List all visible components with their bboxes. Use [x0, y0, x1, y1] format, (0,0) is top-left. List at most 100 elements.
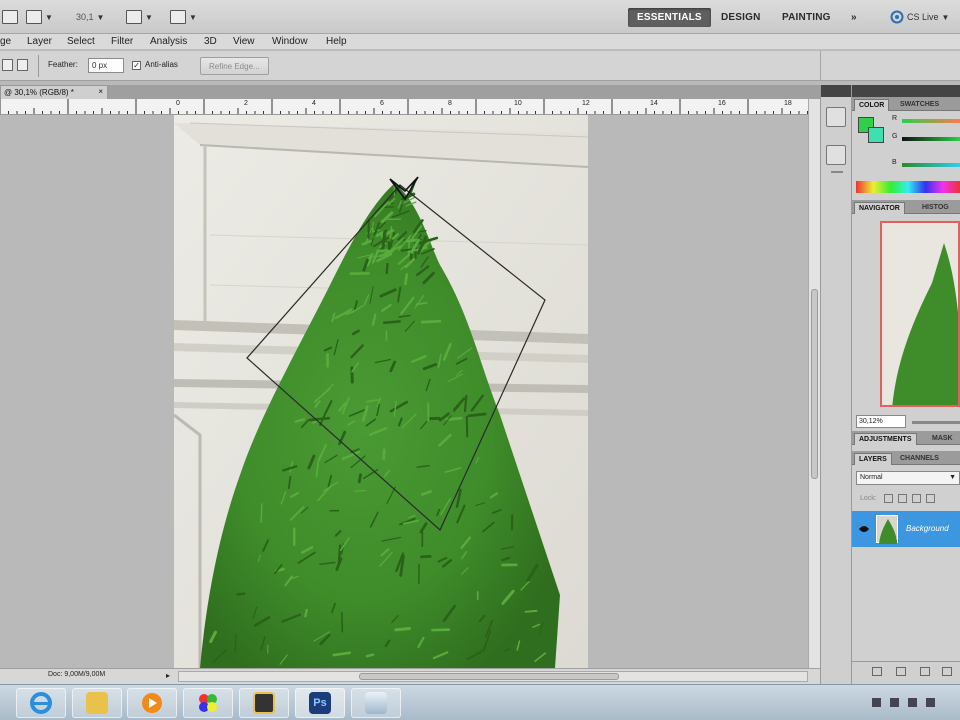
tab-swatches[interactable]: SWATCHES	[896, 99, 943, 111]
status-bar: Doc: 9,00M/9,00M ▸	[0, 668, 820, 684]
divider	[831, 171, 843, 173]
internet-explorer-icon	[30, 692, 52, 714]
vertical-scroll-thumb[interactable]	[811, 289, 818, 479]
more-workspaces-button[interactable]: »	[842, 8, 866, 27]
tab-channels[interactable]: CHANNELS	[896, 453, 943, 465]
subtract-selection-icon[interactable]	[2, 59, 13, 71]
vertical-scrollbar[interactable]	[808, 99, 820, 668]
ruler-label: 8	[448, 100, 452, 107]
divider	[820, 51, 821, 81]
taskbar-photoshop[interactable]: Ps	[295, 688, 345, 718]
menu-analysis[interactable]: Analysis	[150, 36, 187, 47]
taskbar-media-player[interactable]	[127, 688, 177, 718]
ruler-label: 4	[312, 100, 316, 107]
tab-adjustments[interactable]: ADJUSTMENTS	[854, 433, 917, 445]
horizontal-scroll-thumb[interactable]	[359, 673, 619, 680]
photoshop-icon: Ps	[309, 692, 331, 714]
workspace-painting[interactable]: PAINTING	[773, 8, 840, 27]
layers-panel-header: LAYERS CHANNELS	[852, 451, 960, 465]
view-extras-icon	[26, 10, 42, 24]
panel-collapse-strip[interactable]	[852, 85, 960, 97]
taskbar-explorer[interactable]	[72, 688, 122, 718]
background-color-swatch[interactable]	[868, 127, 884, 143]
lock-transparency-icon[interactable]	[884, 494, 893, 503]
new-layer-icon[interactable]	[920, 667, 930, 676]
antialias-checkbox[interactable]: ✓	[132, 61, 141, 70]
close-tab-icon[interactable]: ×	[98, 87, 103, 96]
start-button-edge[interactable]	[0, 687, 10, 719]
lock-label: Lock:	[860, 495, 877, 502]
channel-g-slider[interactable]	[902, 137, 960, 141]
lock-position-icon[interactable]	[912, 494, 921, 503]
menu-3d[interactable]: 3D	[204, 36, 217, 47]
refine-edge-button[interactable]: Refine Edge...	[200, 57, 269, 75]
menu-image[interactable]: ge	[0, 36, 11, 47]
workspace-design[interactable]: DESIGN	[712, 8, 770, 27]
link-layers-icon[interactable]	[872, 667, 882, 676]
channel-r-label: R	[892, 115, 898, 122]
tray-volume-icon[interactable]	[926, 698, 935, 707]
tray-arrow-icon[interactable]	[872, 698, 881, 707]
tab-layers[interactable]: LAYERS	[854, 453, 892, 465]
blend-mode-select[interactable]: Normal ▼	[856, 471, 960, 485]
ruler-label: 12	[582, 100, 590, 107]
lock-pixels-icon[interactable]	[898, 494, 907, 503]
dock-collapse-strip[interactable]	[821, 85, 851, 97]
view-extras-button[interactable]: ▼	[26, 8, 53, 26]
screen-mode-icon	[170, 10, 186, 24]
history-panel-icon[interactable]	[826, 107, 846, 127]
channel-r-slider[interactable]	[902, 119, 960, 123]
tray-flag-icon[interactable]	[890, 698, 899, 707]
color-spectrum-ramp[interactable]	[856, 181, 960, 193]
canvas-area[interactable]	[0, 115, 808, 668]
menu-window[interactable]: Window	[272, 36, 308, 47]
feather-input[interactable]: 0 px	[88, 58, 124, 73]
actions-panel-icon[interactable]	[826, 145, 846, 165]
horizontal-scrollbar[interactable]	[178, 671, 808, 682]
tab-strip	[108, 85, 820, 99]
channel-b-slider[interactable]	[902, 163, 960, 167]
document-tab[interactable]: @ 30,1% (RGB/8) * ×	[0, 85, 108, 99]
cs-live-button[interactable]: CS Live ▼	[890, 8, 949, 26]
eye-icon[interactable]	[858, 524, 870, 534]
graduation-app-icon	[253, 692, 275, 714]
tab-histogram[interactable]: HISTOG	[918, 202, 953, 214]
tab-masks[interactable]: MASK	[928, 433, 957, 445]
lock-all-icon[interactable]	[926, 494, 935, 503]
menu-help[interactable]: Help	[326, 36, 347, 47]
folder-icon	[86, 692, 108, 714]
delete-layer-icon[interactable]	[942, 667, 952, 676]
ruler-label: 10	[514, 100, 522, 107]
taskbar-app-5[interactable]	[239, 688, 289, 718]
layer-row-background[interactable]: Background	[852, 511, 960, 547]
tab-color[interactable]: COLOR	[854, 99, 890, 111]
menu-select[interactable]: Select	[67, 36, 95, 47]
zoom-level-value: 30,1	[76, 12, 94, 22]
arrange-documents-button[interactable]: ▼	[126, 8, 153, 26]
workspace-essentials[interactable]: ESSENTIALS	[628, 8, 711, 27]
screen-mode-button[interactable]: ▼	[170, 8, 197, 26]
status-menu-arrow-icon[interactable]: ▸	[166, 671, 170, 680]
tab-navigator[interactable]: NAVIGATOR	[854, 202, 905, 214]
layer-style-icon[interactable]	[896, 667, 906, 676]
taskbar-app-4[interactable]	[183, 688, 233, 718]
windows-taskbar: Ps	[0, 684, 960, 720]
taskbar-app-7[interactable]	[351, 688, 401, 718]
navigator-preview[interactable]	[880, 221, 960, 407]
menu-view[interactable]: View	[233, 36, 255, 47]
intersect-selection-icon[interactable]	[17, 59, 28, 71]
layer-thumbnail	[876, 515, 898, 544]
menu-layer[interactable]: Layer	[27, 36, 52, 47]
color-panel-header: COLOR SWATCHES	[852, 97, 960, 111]
navigator-zoom-slider[interactable]	[912, 421, 960, 424]
launch-bridge-button[interactable]	[2, 8, 18, 26]
menu-filter[interactable]: Filter	[111, 36, 133, 47]
chevron-down-icon: ▼	[941, 12, 950, 22]
layer-name: Background	[906, 524, 949, 533]
ruler-label: 2	[244, 100, 248, 107]
navigator-zoom-input[interactable]: 30,12%	[856, 415, 906, 428]
taskbar-internet-explorer[interactable]	[16, 688, 66, 718]
zoom-level-dropdown[interactable]: 30,1 ▼	[76, 8, 104, 26]
tray-network-icon[interactable]	[908, 698, 917, 707]
chevron-down-icon: ▼	[96, 12, 105, 22]
